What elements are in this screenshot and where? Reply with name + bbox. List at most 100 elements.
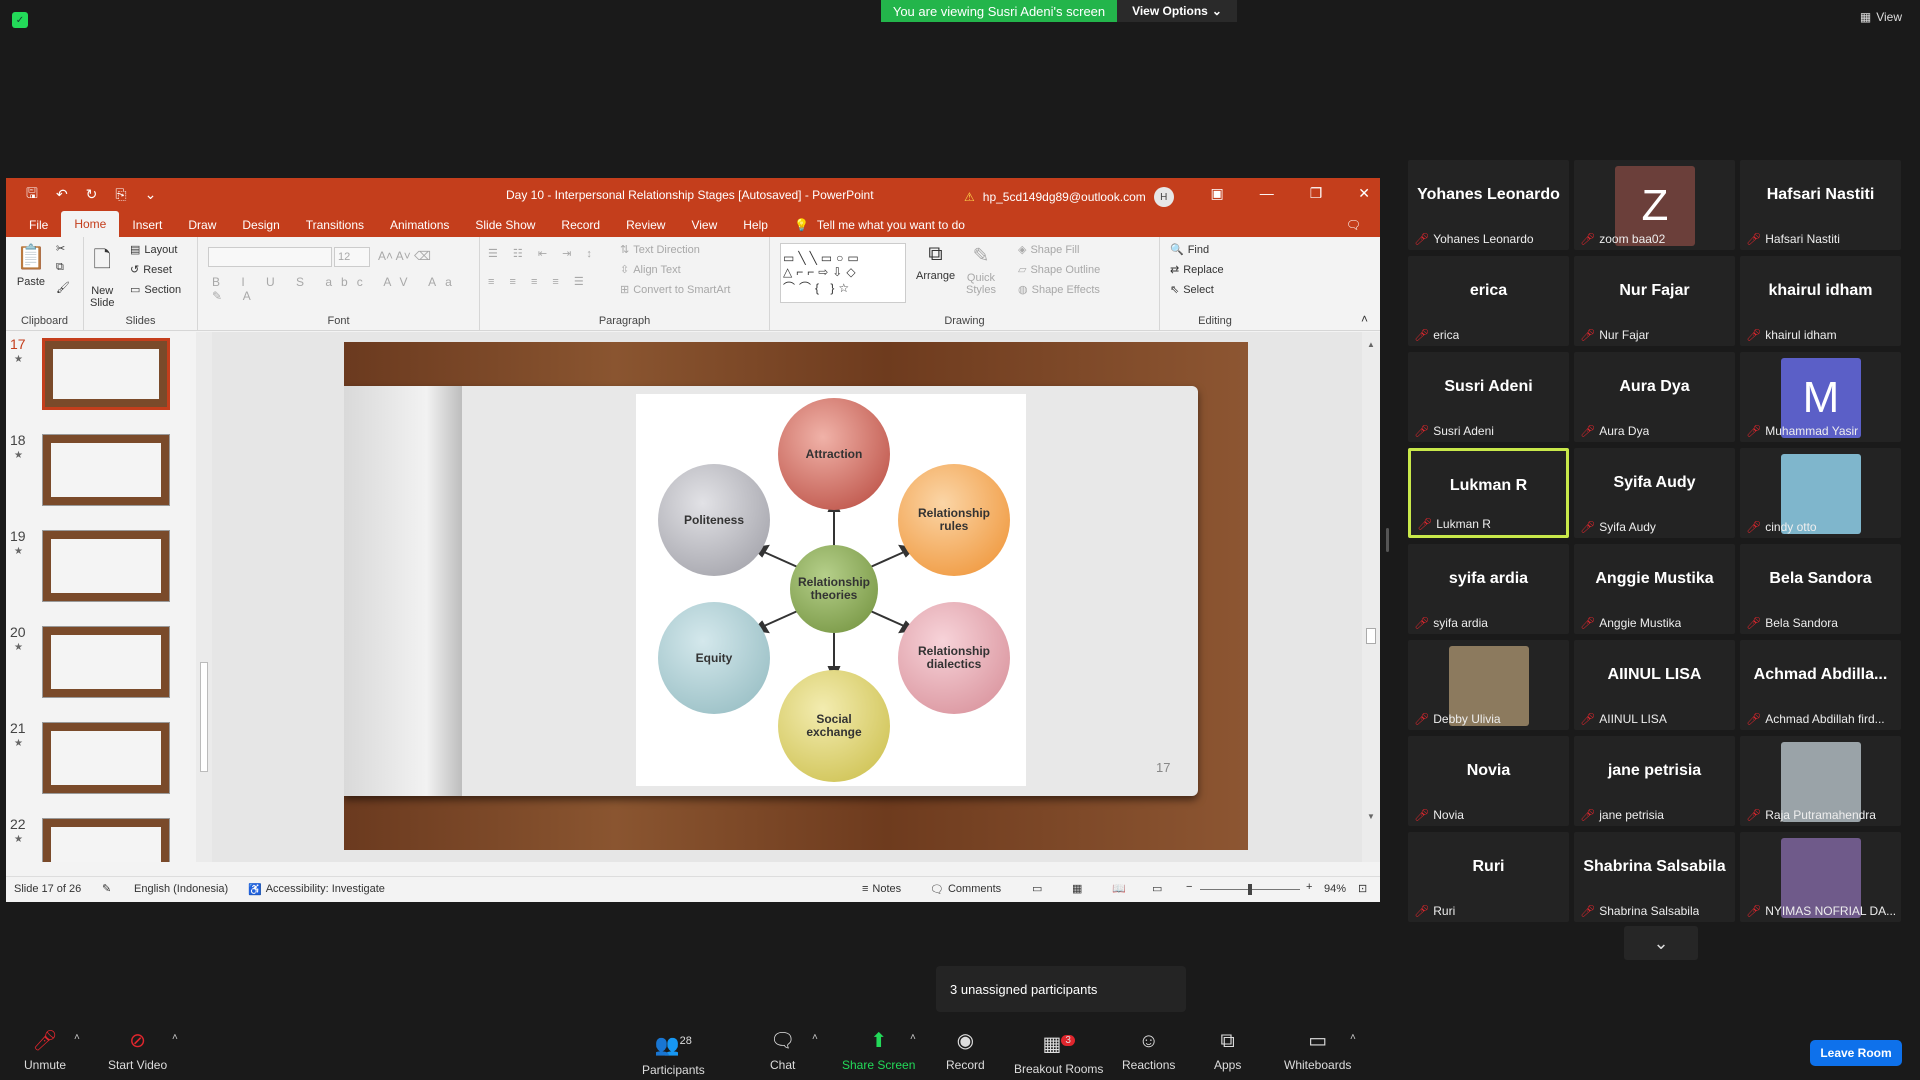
menu-design[interactable]: Design [229,213,292,237]
quick-styles-button[interactable]: ✎ Quick Styles [966,243,996,296]
menu-record[interactable]: Record [548,213,613,237]
copy-icon[interactable]: ⧉ [56,261,64,274]
text-direction-button[interactable]: ⇅ Text Direction [620,243,700,257]
menu-file[interactable]: File [16,213,61,237]
participant-tile[interactable]: Anggie Mustika 🎤︎ Anggie Mustika [1574,544,1735,634]
align-text-button[interactable]: ⇳ Align Text [620,263,681,277]
participant-tile[interactable]: Susri Adeni 🎤︎ Susri Adeni [1408,352,1569,442]
undo-icon[interactable]: ↶ [56,186,68,203]
menu-draw[interactable]: Draw [175,213,229,237]
participant-tile[interactable]: Z 🎤︎ zoom baa02 [1574,160,1735,250]
share-screen-button[interactable]: ⬆ Share Screen [842,1030,915,1072]
layout-button[interactable]: ▤ Layout [130,243,177,257]
notes-button[interactable]: ≡ Notes [862,883,901,895]
customize-toolbar-icon[interactable]: ⌄ [145,186,157,203]
participant-tile[interactable]: Syifa Audy 🎤︎ Syifa Audy [1574,448,1735,538]
share-options-caret[interactable]: ˄ [910,1032,916,1043]
align-buttons[interactable]: ≡ ≡ ≡ ≡ ☰ [488,275,590,288]
menu-view[interactable]: View [678,213,730,237]
view-button[interactable]: ▦ View [1860,10,1902,24]
shape-fill-button[interactable]: ◈ Shape Fill [1018,243,1079,257]
close-icon[interactable]: ✕ [1358,185,1370,202]
chat-options-caret[interactable]: ˄ [812,1032,818,1043]
whiteboards-button[interactable]: ▭ Whiteboards [1284,1030,1351,1072]
collapse-ribbon-icon[interactable]: ˄ [1361,312,1368,326]
zoom-out-icon[interactable]: − [1186,881,1192,893]
participant-tile[interactable]: Novia 🎤︎ Novia [1408,736,1569,826]
redo-icon[interactable]: ↻ [86,186,98,203]
arrange-button[interactable]: ⧉ Arrange [916,243,955,282]
present-icon[interactable]: ⎘ [115,186,126,203]
participant-tile[interactable]: AIINUL LISA 🎤︎ AIINUL LISA [1574,640,1735,730]
menu-slide-show[interactable]: Slide Show [462,213,548,237]
account-avatar[interactable]: H [1153,187,1174,207]
participant-tile[interactable]: Yohanes Leonardo 🎤︎ Yohanes Leonardo [1408,160,1569,250]
zoom-level[interactable]: 94% [1324,883,1346,895]
menu-help[interactable]: Help [730,213,781,237]
slide-scrollbar[interactable]: ▲ ▼ [1362,332,1380,862]
thumbnail-slide-18[interactable]: 18 ★ [6,432,206,512]
new-slide-button[interactable]: 🗋 New Slide [90,243,114,309]
menu-insert[interactable]: Insert [119,213,175,237]
account-area[interactable]: ⚠ hp_5cd149dg89@outlook.com H [964,187,1174,207]
participant-tile[interactable]: Hafsari Nastiti 🎤︎ Hafsari Nastiti [1740,160,1901,250]
participant-tile[interactable]: syifa ardia 🎤︎ syifa ardia [1408,544,1569,634]
participant-tile[interactable]: khairul idham 🎤︎ khairul idham [1740,256,1901,346]
comments-button[interactable]: 🗨 Comments [930,883,1001,896]
participants-button[interactable]: 👥28 Participants [642,1030,705,1077]
leave-room-button[interactable]: Leave Room [1810,1040,1902,1066]
participant-tile[interactable]: Ruri 🎤︎ Ruri [1408,832,1569,922]
unmute-button[interactable]: 🎤︎ Unmute [24,1030,66,1072]
convert-smartart-button[interactable]: ⊞ Convert to SmartArt [620,283,730,297]
gallery-next-page-button[interactable]: ⌄ [1624,926,1698,960]
thumbnail-slide-17[interactable]: 17 ★ [6,336,206,416]
font-size-input[interactable]: 12 [334,247,370,267]
find-button[interactable]: 🔍 Find [1170,243,1209,257]
thumbnail-slide-21[interactable]: 21 ★ [6,720,206,800]
start-video-button[interactable]: ⊘ Start Video [108,1030,167,1072]
spellcheck-icon[interactable]: ✎ [102,882,111,895]
reading-view-icon[interactable]: 📖 [1112,882,1126,895]
participant-tile[interactable]: Lukman R 🎤︎ Lukman R [1408,448,1569,538]
language-indicator[interactable]: English (Indonesia) [134,883,228,895]
security-shield-icon[interactable]: ✓ [12,12,28,28]
normal-view-icon[interactable]: ▭ [1032,882,1042,895]
reactions-button[interactable]: ☺ Reactions [1122,1030,1175,1072]
font-name-input[interactable] [208,247,332,267]
accessibility-button[interactable]: ♿ Accessibility: Investigate [248,883,385,896]
slide-show-icon[interactable]: ▭ [1152,882,1162,895]
comments-icon[interactable]: 🗨 [1333,213,1374,237]
section-button[interactable]: ▭ Section [130,283,181,297]
apps-button[interactable]: ⧉ Apps [1214,1030,1241,1072]
cut-icon[interactable]: ✂ [56,242,65,255]
shape-effects-button[interactable]: ◍ Shape Effects [1018,283,1100,297]
list-buttons[interactable]: ☰ ☷ ⇤ ⇥ ↕ [488,247,598,260]
menu-review[interactable]: Review [613,213,678,237]
participant-tile[interactable]: jane petrisia 🎤︎ jane petrisia [1574,736,1735,826]
select-button[interactable]: ⇖ Select [1170,283,1214,297]
thumbnail-slide-20[interactable]: 20 ★ [6,624,206,704]
slide-sorter-icon[interactable]: ▦ [1072,882,1082,895]
participant-tile[interactable]: Bela Sandora 🎤︎ Bela Sandora [1740,544,1901,634]
current-slide[interactable]: Relationship theories Attraction Relatio… [344,342,1248,850]
menu-home[interactable]: Home [61,211,120,237]
menu-transitions[interactable]: Transitions [293,213,377,237]
minimize-icon[interactable]: — [1260,185,1274,202]
participant-tile[interactable]: M 🎤︎ Muhammad Yasir [1740,352,1901,442]
participant-tile[interactable]: 🎤︎ Raja Putramahendra [1740,736,1901,826]
paste-button[interactable]: 📋 Paste [16,243,46,288]
whiteboard-options-caret[interactable]: ˄ [1350,1032,1356,1043]
font-size-buttons[interactable]: A˄ A˅ ⌫ [378,249,431,263]
thumbnail-slide-22[interactable]: 22 ★ [6,816,206,862]
audio-options-caret[interactable]: ˄ [74,1032,80,1043]
replace-button[interactable]: ⇄ Replace [1170,263,1224,277]
thumbnails-scrollbar[interactable] [196,332,212,862]
maximize-icon[interactable]: ❐ [1310,185,1323,202]
menu-animations[interactable]: Animations [377,213,462,237]
ribbon-display-icon[interactable]: ▣ [1210,185,1223,202]
shape-outline-button[interactable]: ▱ Shape Outline [1018,263,1100,277]
video-options-caret[interactable]: ˄ [172,1032,178,1043]
participant-tile[interactable]: Achmad Abdilla... 🎤︎ Achmad Abdillah fird.… [1740,640,1901,730]
tell-me-search[interactable]: 💡 Tell me what you want to do [781,213,978,237]
shapes-gallery[interactable]: ▭╲╲▭○▭ △⌐⌐⇨⇩◇ ⌒⌒{ }☆ [780,243,906,303]
